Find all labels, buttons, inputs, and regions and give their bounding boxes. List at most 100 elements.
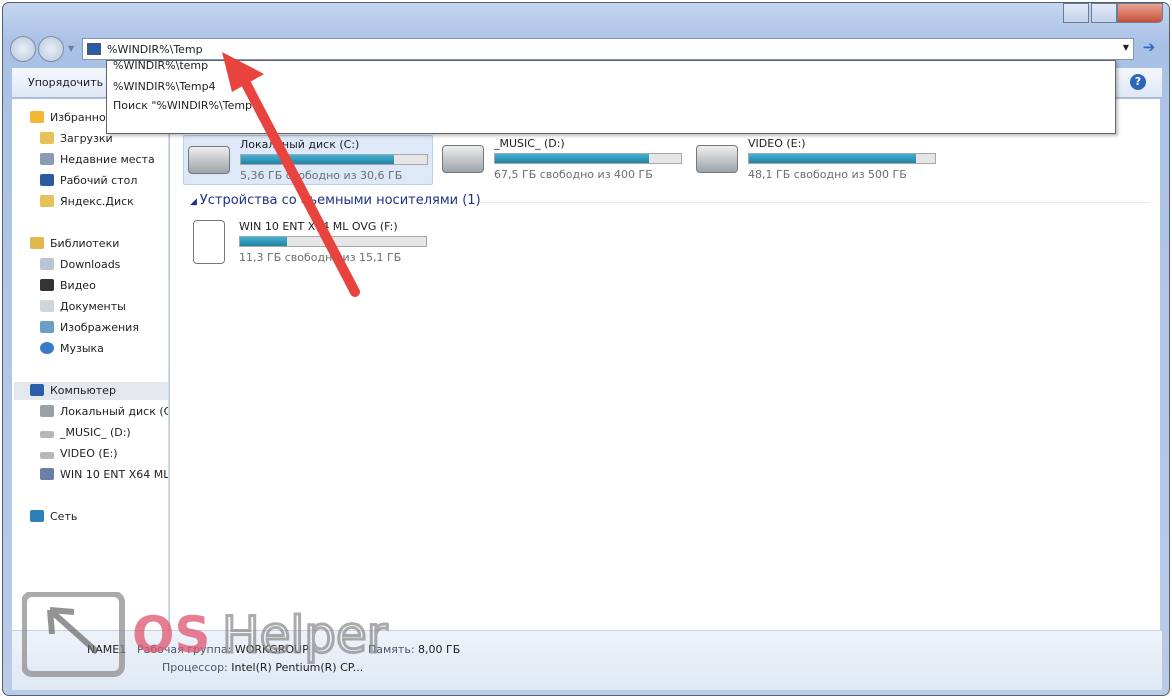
drive-usage-bar — [494, 153, 682, 164]
drive-name: WIN 10 ENT X64 ML OVG (F:) — [239, 220, 398, 233]
cpu-label: Процессор: — [162, 661, 228, 674]
cpu-field: Процессор: Intel(R) Pentium(R) CP... — [162, 661, 363, 674]
sidebar-item-music[interactable]: Музыка — [40, 340, 168, 358]
sidebar-item-drive-d[interactable]: _MUSIC_ (D:) — [40, 424, 168, 442]
content-pane: Локальный диск (C:) 5,36 ГБ свободно из … — [170, 99, 1160, 630]
cpu-value: Intel(R) Pentium(R) CP... — [231, 661, 364, 674]
memory-value: 8,00 ГБ — [418, 643, 461, 656]
memory-label: Память: — [368, 643, 415, 656]
help-icon[interactable]: ? — [1130, 74, 1146, 90]
drive-usage-fill — [241, 155, 394, 164]
address-dropdown-icon[interactable]: ▼ — [1123, 43, 1129, 52]
maximize-button[interactable] — [1091, 3, 1117, 23]
minimize-button[interactable] — [1063, 3, 1089, 23]
details-pane: NAME1 Рабочая группа: WORKGROUP Память: … — [12, 630, 1162, 690]
drive-e[interactable]: VIDEO (E:) 48,1 ГБ свободно из 500 ГБ — [692, 135, 942, 185]
network-icon — [30, 510, 44, 522]
workgroup-field: Рабочая группа: WORKGROUP — [137, 643, 309, 656]
sidebar-libraries[interactable]: Библиотеки — [30, 235, 158, 253]
group-divider — [480, 202, 1150, 203]
workgroup-label: Рабочая группа: — [137, 643, 232, 656]
sidebar-label: Рабочий стол — [60, 174, 138, 187]
close-button[interactable] — [1117, 3, 1163, 23]
navigation-pane: Избранное Загрузки Недавние места Рабочи… — [12, 99, 169, 630]
desktop-icon — [40, 174, 54, 186]
drive-c[interactable]: Локальный диск (C:) 5,36 ГБ свободно из … — [183, 135, 433, 185]
sidebar-label: Недавние места — [60, 153, 155, 166]
library-icon — [40, 258, 54, 270]
autocomplete-item[interactable]: %WINDIR%\Temp4 — [113, 78, 216, 96]
sidebar-network[interactable]: Сеть — [30, 508, 158, 526]
sidebar-label: Библиотеки — [50, 237, 120, 250]
hard-drive-icon — [696, 145, 738, 173]
sidebar-item-documents[interactable]: Документы — [40, 298, 168, 316]
usb-drive-icon — [40, 468, 54, 480]
sidebar-computer[interactable]: Компьютер — [14, 382, 168, 400]
group-title: Устройства со съемными носителями (1) — [199, 193, 481, 208]
drive-free-space: 11,3 ГБ свободно из 15,1 ГБ — [239, 251, 402, 264]
sidebar-label: Downloads — [60, 258, 121, 271]
sidebar-item-downloads-lib[interactable]: Downloads — [40, 256, 168, 274]
picture-icon — [40, 321, 54, 333]
music-note-icon — [40, 342, 54, 354]
sidebar-item-drive-e[interactable]: VIDEO (E:) — [40, 445, 168, 463]
drive-d[interactable]: _MUSIC_ (D:) 67,5 ГБ свободно из 400 ГБ — [438, 135, 688, 185]
chevron-icon: ◢ — [190, 197, 200, 207]
drive-usage-fill — [240, 237, 287, 246]
sidebar-label: Видео — [60, 279, 96, 292]
film-icon — [40, 279, 54, 291]
folder-icon — [40, 195, 54, 207]
address-input[interactable]: %WINDIR%\Temp — [107, 43, 203, 56]
sidebar-label: Яндекс.Диск — [60, 195, 134, 208]
sidebar-item-desktop[interactable]: Рабочий стол — [40, 172, 168, 190]
sidebar-label: Документы — [60, 300, 126, 313]
address-bar[interactable]: %WINDIR%\Temp ▼ — [82, 38, 1134, 60]
drive-name: _MUSIC_ (D:) — [494, 137, 565, 150]
hard-drive-icon — [442, 145, 484, 173]
sidebar-item-yandex-disk[interactable]: Яндекс.Диск — [40, 193, 168, 211]
drive-f[interactable]: WIN 10 ENT X64 ML OVG (F:) 11,3 ГБ свобо… — [183, 218, 433, 268]
sidebar-item-drive-f[interactable]: WIN 10 ENT X64 ML OVG (F:) — [40, 466, 168, 484]
usb-drive-icon — [193, 220, 225, 264]
go-arrow-icon[interactable]: ➔ — [1138, 38, 1160, 60]
sidebar-label: Загрузки — [60, 132, 113, 145]
sidebar-label: _MUSIC_ (D:) — [60, 426, 131, 439]
autocomplete-list: %WINDIR%\temp %WINDIR%\Temp4 Поиск "%WIN… — [106, 57, 1116, 134]
drive-name: VIDEO (E:) — [748, 137, 806, 150]
sidebar-label: Музыка — [60, 342, 104, 355]
recent-places-icon — [40, 153, 54, 165]
sidebar-item-drive-c[interactable]: Локальный диск (C:) — [40, 403, 168, 421]
autocomplete-search-item[interactable]: Поиск "%WINDIR%\Temp — [113, 97, 252, 115]
memory-field: Память: 8,00 ГБ — [368, 643, 460, 656]
libraries-icon — [30, 237, 44, 249]
drive-name: Локальный диск (C:) — [240, 138, 360, 151]
sidebar-label: Локальный диск (C:) — [60, 405, 168, 418]
drive-free-space: 67,5 ГБ свободно из 400 ГБ — [494, 168, 653, 181]
drive-usage-fill — [749, 154, 917, 163]
computer-icon — [87, 43, 101, 55]
system-drive-icon — [40, 405, 54, 417]
hard-drive-icon — [40, 452, 54, 459]
folder-icon — [40, 132, 54, 144]
sidebar-item-video[interactable]: Видео — [40, 277, 168, 295]
computer-name: NAME1 — [87, 643, 127, 656]
computer-icon — [30, 384, 44, 396]
organize-button[interactable]: Упорядочить — [28, 76, 103, 89]
document-icon — [40, 300, 54, 312]
system-drive-icon — [188, 146, 230, 174]
forward-button[interactable] — [38, 36, 64, 62]
group-header-removable[interactable]: ◢ Устройства со съемными носителями (1) — [190, 193, 481, 208]
sidebar-item-recent[interactable]: Недавние места — [40, 151, 168, 169]
drive-usage-fill — [495, 154, 650, 163]
sidebar-label: Изображения — [60, 321, 139, 334]
recent-pages-chevron-icon[interactable]: ▼ — [68, 44, 74, 53]
drive-usage-bar — [748, 153, 936, 164]
back-button[interactable] — [10, 36, 36, 62]
sidebar-label: VIDEO (E:) — [60, 447, 118, 460]
sidebar-item-images[interactable]: Изображения — [40, 319, 168, 337]
autocomplete-item[interactable]: %WINDIR%\temp — [113, 57, 208, 75]
sidebar-label: Компьютер — [50, 384, 116, 397]
workgroup-value: WORKGROUP — [234, 643, 309, 656]
sidebar-label: WIN 10 ENT X64 ML OVG (F:) — [60, 468, 168, 481]
drive-usage-bar — [239, 236, 427, 247]
